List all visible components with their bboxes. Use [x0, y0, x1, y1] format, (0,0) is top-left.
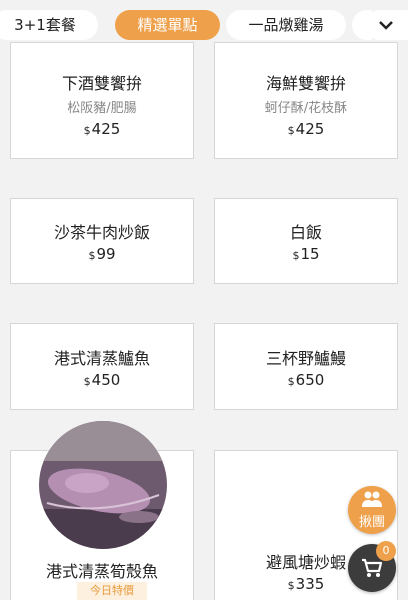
group-order-label: 揪團 [358, 515, 385, 530]
item-name: 白飯 [289, 223, 322, 242]
item-name: 港式清蒸筍殼魚 [45, 562, 158, 581]
more-tabs-button[interactable] [365, 10, 408, 40]
menu-item-card[interactable]: 港式清蒸鱸魚 $450 [10, 323, 194, 410]
menu-item-card[interactable]: 三杯野鱸鰻 $650 [214, 323, 398, 410]
cart-count-badge: 0 [376, 541, 396, 561]
tab-featured-items[interactable]: 精選單點 [115, 10, 220, 40]
item-description: 蚵仔酥/花枝酥 [264, 101, 348, 116]
menu-item-card[interactable]: 沙茶牛肉炒飯 $99 [10, 198, 194, 284]
item-price: $450 [83, 371, 121, 389]
chevron-down-icon [379, 21, 393, 30]
tab-chicken-soup[interactable]: 一品燉雞湯 [226, 10, 346, 40]
item-name: 三杯野鱸鰻 [265, 349, 346, 368]
item-price: $425 [287, 120, 325, 138]
group-icon [362, 491, 382, 507]
menu-item-card[interactable]: 白飯 $15 [214, 198, 398, 284]
menu-item-card[interactable]: 下酒雙饗拚 松阪豬/肥腸 $425 [10, 42, 194, 159]
menu-item-card[interactable]: 港式清蒸筍殼魚 今日特價 [10, 421, 194, 600]
special-offer-badge: 今日特價 [77, 582, 147, 600]
group-order-button[interactable]: 揪團 [348, 486, 396, 534]
item-price: $15 [292, 245, 320, 263]
item-name: 下酒雙饗拚 [61, 74, 142, 93]
menu-item-card[interactable]: 海鮮雙饗拚 蚵仔酥/花枝酥 $425 [214, 42, 398, 159]
item-price: $99 [88, 245, 116, 263]
cart-icon [362, 558, 383, 577]
item-name: 海鮮雙饗拚 [265, 74, 346, 93]
item-price: $425 [83, 120, 121, 138]
item-name: 沙茶牛肉炒飯 [53, 223, 150, 242]
item-description: 松阪豬/肥腸 [67, 101, 137, 116]
tab-set-meal[interactable]: 3+1套餐 [0, 10, 98, 40]
item-name: 港式清蒸鱸魚 [53, 349, 150, 368]
item-price: $650 [287, 371, 325, 389]
item-photo [39, 421, 167, 549]
